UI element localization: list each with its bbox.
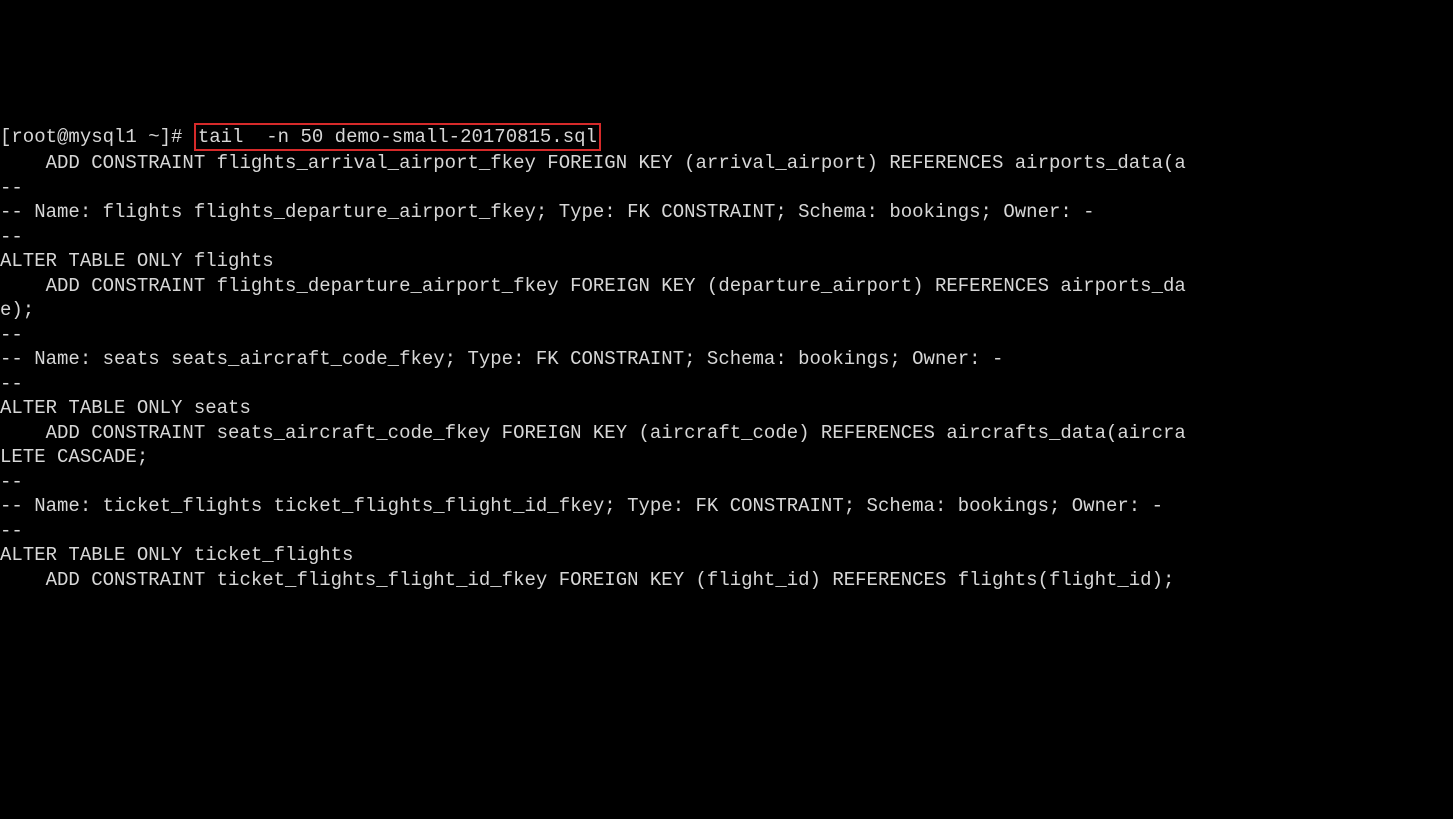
output-line: -- Name: seats seats_aircraft_code_fkey;… — [0, 347, 1453, 372]
prompt-line: [root@mysql1 ~]# tail -n 50 demo-small-2… — [0, 123, 1453, 152]
output-line: LETE CASCADE; — [0, 445, 1453, 470]
output-line: ALTER TABLE ONLY seats — [0, 396, 1453, 421]
output-line: e); — [0, 298, 1453, 323]
output-line: ALTER TABLE ONLY flights — [0, 249, 1453, 274]
output-line: -- Name: ticket_flights ticket_flights_f… — [0, 494, 1453, 519]
output-line: ADD CONSTRAINT flights_arrival_airport_f… — [0, 151, 1453, 176]
shell-prompt: [root@mysql1 ~]# — [0, 126, 194, 148]
output-line: -- — [0, 519, 1453, 544]
command-highlight: tail -n 50 demo-small-20170815.sql — [194, 123, 601, 152]
output-line: -- — [0, 225, 1453, 250]
output-line: ADD CONSTRAINT seats_aircraft_code_fkey … — [0, 421, 1453, 446]
output-line: ADD CONSTRAINT ticket_flights_flight_id_… — [0, 568, 1453, 593]
output-line: ADD CONSTRAINT flights_departure_airport… — [0, 274, 1453, 299]
output-line: ALTER TABLE ONLY ticket_flights — [0, 543, 1453, 568]
output-line: -- — [0, 176, 1453, 201]
output-line: -- — [0, 470, 1453, 495]
terminal-window[interactable]: [root@mysql1 ~]# tail -n 50 demo-small-2… — [0, 123, 1453, 593]
output-line: -- — [0, 372, 1453, 397]
output-line: -- — [0, 323, 1453, 348]
output-line: -- Name: flights flights_departure_airpo… — [0, 200, 1453, 225]
